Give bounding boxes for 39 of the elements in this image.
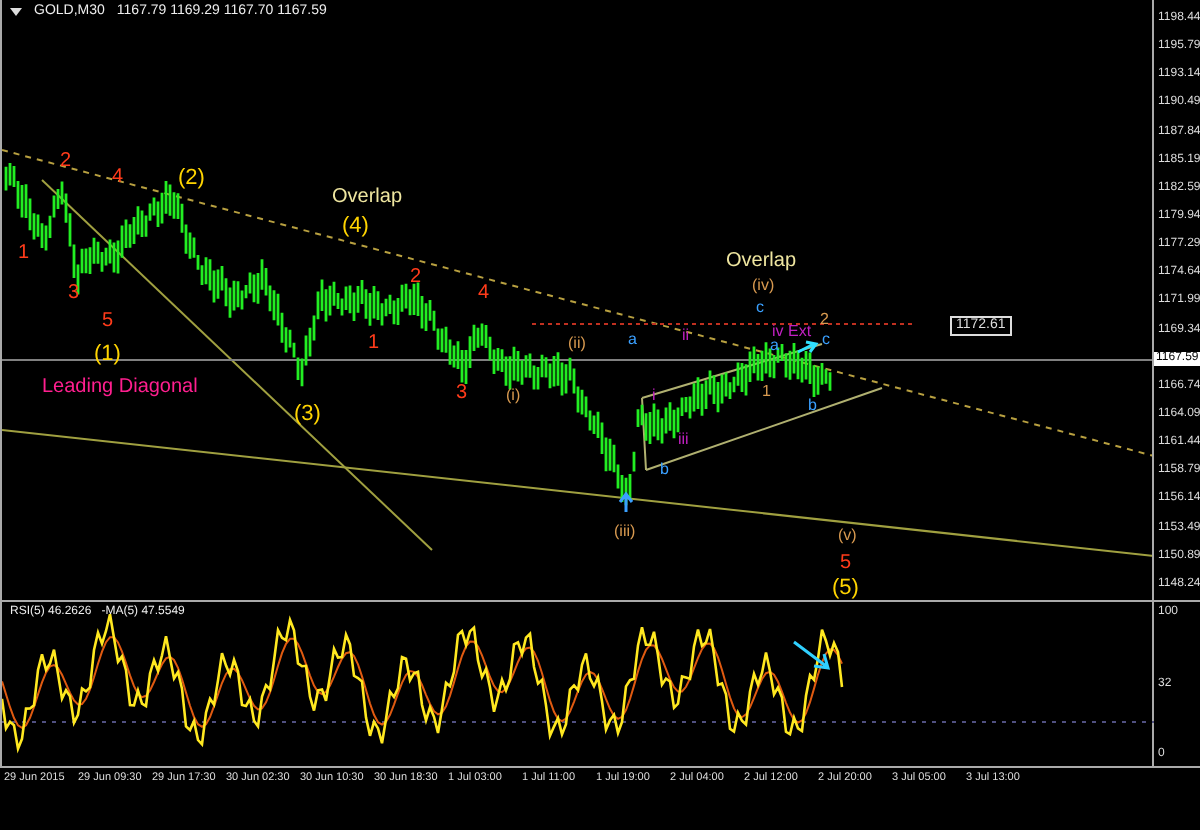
- wave-label: a: [770, 338, 779, 354]
- wave-label: 5: [840, 554, 852, 574]
- wave-label: iv Ext: [772, 324, 812, 340]
- wave-label: 3: [68, 284, 80, 304]
- wave-label: 1: [18, 244, 30, 264]
- wave-label: iii: [678, 432, 689, 448]
- arrow-icon: [618, 491, 634, 514]
- wave-label: Leading Diagonal: [42, 378, 198, 398]
- wave-label: 1: [762, 384, 771, 400]
- wave-label: (5): [832, 578, 859, 600]
- wave-label: Overlap: [332, 188, 403, 208]
- wave-label: (3): [294, 404, 321, 426]
- wave-label: Overlap: [726, 252, 797, 272]
- wave-label: 5: [102, 312, 114, 332]
- wave-label: 1: [368, 334, 380, 354]
- wave-label: a: [628, 332, 637, 348]
- wave-label: i: [652, 388, 656, 404]
- wave-label: (4): [342, 216, 369, 238]
- wave-label: (iii): [614, 524, 636, 540]
- arrow-icon: [796, 340, 819, 354]
- wave-label: 2: [820, 312, 829, 328]
- wave-label: (v): [838, 528, 857, 544]
- wave-label: (i): [506, 388, 521, 404]
- wave-label: 3: [456, 384, 468, 404]
- wave-label: c: [822, 332, 830, 348]
- wave-label: 4: [478, 284, 490, 304]
- wave-label: (iv): [752, 278, 775, 294]
- wave-label: 2: [60, 152, 72, 172]
- wave-label: b: [660, 462, 669, 478]
- dropdown-icon[interactable]: [10, 7, 22, 15]
- wave-label: (ii): [568, 336, 586, 352]
- wave-label: ii: [682, 328, 690, 344]
- wave-label: (1): [94, 344, 121, 366]
- arrow-icon: [792, 640, 831, 670]
- wave-label: b: [808, 398, 817, 414]
- wave-label: c: [756, 300, 764, 316]
- wave-label: 2: [410, 268, 422, 288]
- wave-label: 4: [112, 168, 124, 188]
- wave-label: (2): [178, 168, 205, 190]
